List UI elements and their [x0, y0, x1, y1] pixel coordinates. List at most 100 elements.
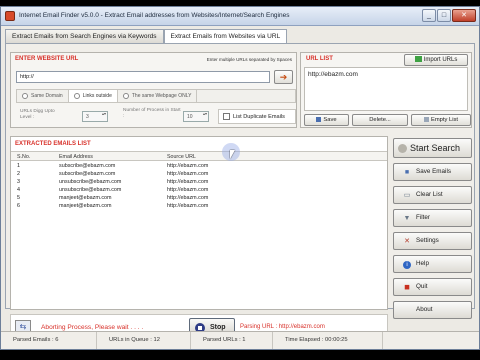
about-button[interactable]: About — [393, 301, 472, 319]
clear-icon: ▭ — [403, 192, 411, 199]
tab-bar: Extract Emails from Search Engines via K… — [5, 29, 288, 44]
process-message: Aborting Process, Please wait . . . . — [41, 324, 144, 331]
col-serial[interactable]: S.No. — [17, 154, 30, 160]
cell-source: http://ebazm.com — [167, 187, 209, 193]
cell-source: http://ebazm.com — [167, 203, 209, 209]
close-button[interactable]: ✕ — [452, 9, 476, 22]
status-bar: Parsed Emails : 6 URLs in Queue : 12 Par… — [1, 331, 479, 349]
cell-source: http://ebazm.com — [167, 171, 209, 177]
empty-list-label: Empty List — [430, 117, 459, 123]
action-sidebar: Start Search ■ Save Emails ▭ Clear List ▼ F… — [393, 138, 472, 319]
save-urls-button[interactable]: Save — [304, 114, 349, 126]
help-icon: i — [403, 261, 411, 269]
about-label: About — [416, 306, 433, 313]
table-header: S.No. Email Address Source URL — [11, 151, 387, 161]
cell-source: http://ebazm.com — [167, 163, 209, 169]
import-urls-button[interactable]: Import URLs — [404, 54, 468, 66]
app-icon — [5, 11, 15, 21]
option-label: Links outside — [82, 93, 112, 99]
cell-serial: 6 — [17, 203, 20, 209]
maximize-button[interactable]: □ — [437, 9, 451, 22]
col-email[interactable]: Email Address — [59, 154, 93, 160]
cell-email: manjeet@ebazm.com — [59, 203, 112, 209]
url-listbox[interactable]: http://ebazm.com — [304, 67, 468, 111]
minimize-button[interactable]: _ — [422, 9, 436, 22]
import-icon — [414, 56, 422, 63]
cell-serial: 4 — [17, 187, 20, 193]
tab-content: ENTER WEBSITE URL Enter multiple URLs se… — [5, 43, 475, 340]
urls-in-queue-count: URLs in Queue : 12 — [97, 332, 191, 349]
start-search-label: Start Search — [410, 143, 461, 153]
import-urls-label: Import URLs — [423, 57, 458, 63]
save-urls-label: Save — [323, 117, 337, 123]
tab-search-engines[interactable]: Extract Emails from Search Engines via K… — [5, 29, 164, 43]
save-emails-button[interactable]: ■ Save Emails — [393, 163, 472, 181]
url-hint: Enter multiple URLs separated by Spaces — [206, 57, 292, 62]
parsing-url-text: Parsing URL : http://ebazm.com — [240, 324, 325, 330]
stop-label: Stop — [210, 324, 226, 331]
email-table-body: 1 subscribe@ebazm.com http://ebazm.com 2 su… — [11, 162, 387, 210]
save-icon: ■ — [404, 169, 410, 176]
empty-icon — [423, 116, 429, 122]
option-same-domain[interactable]: Same Domain — [17, 90, 69, 102]
empty-list-button[interactable]: Empty List — [411, 114, 471, 126]
filter-label: Filter — [416, 214, 430, 221]
table-row[interactable]: 3 unsubscribe@ebazm.com http://ebazm.com — [11, 178, 387, 186]
url-list-heading: URL LIST — [306, 56, 333, 62]
list-duplicate-label: List Duplicate Emails — [233, 113, 285, 120]
filter-button[interactable]: ▼ Filter — [393, 209, 472, 227]
time-elapsed: Time Elapsed : 00:00:25 — [273, 332, 383, 349]
col-source[interactable]: Source URL — [167, 154, 196, 160]
cell-email: subscribe@ebazm.com — [59, 163, 116, 169]
cell-email: manjeet@ebazm.com — [59, 195, 112, 201]
table-row[interactable]: 6 manjeet@ebazm.com http://ebazm.com — [11, 202, 387, 210]
start-icon — [398, 144, 407, 153]
table-row[interactable]: 2 subscribe@ebazm.com http://ebazm.com — [11, 170, 387, 178]
option-links-outside[interactable]: Links outside — [68, 90, 118, 102]
quit-button[interactable]: ◼ Quit — [393, 278, 472, 296]
save-icon — [316, 116, 322, 122]
option-same-webpage[interactable]: The same Webpage ONLY — [118, 90, 198, 102]
clear-list-button[interactable]: ▭ Clear List — [393, 186, 472, 204]
clear-list-label: Clear List — [416, 191, 443, 198]
help-label: Help — [416, 260, 429, 267]
radio-icon — [73, 93, 80, 99]
delete-url-button[interactable]: Delete... — [352, 114, 408, 126]
app-window: Internet Email Finder v5.0.0 - Extract E… — [0, 6, 480, 350]
website-url-heading: ENTER WEBSITE URL — [15, 56, 79, 62]
threads-spinner[interactable]: 10 — [183, 111, 209, 122]
table-row[interactable]: 4 unsubscribe@ebazm.com http://ebazm.com — [11, 186, 387, 194]
table-row[interactable]: 5 manjeet@ebazm.com http://ebazm.com — [11, 194, 387, 202]
url-list-item[interactable]: http://ebazm.com — [308, 71, 464, 78]
window-title: Internet Email Finder v5.0.0 - Extract E… — [19, 12, 290, 19]
extracted-emails-heading: EXTRACTED EMAILS LIST — [15, 141, 91, 147]
checkbox-icon — [223, 113, 230, 120]
table-row[interactable]: 1 subscribe@ebazm.com http://ebazm.com — [11, 162, 387, 170]
cell-email: unsubscribe@ebazm.com — [59, 179, 122, 185]
url-input[interactable]: http:// — [16, 71, 270, 83]
radio-icon — [22, 93, 28, 99]
tab-websites[interactable]: Extract Emails from Websites via URL — [163, 29, 288, 44]
cell-email: subscribe@ebazm.com — [59, 171, 116, 177]
option-label: The same Webpage ONLY — [131, 93, 192, 99]
mouse-cursor — [222, 143, 240, 161]
threads-label: Number of Process in Start : — [123, 108, 181, 119]
filter-icon: ▼ — [403, 215, 411, 222]
help-button[interactable]: i Help — [393, 255, 472, 273]
exit-icon: ◼ — [404, 284, 410, 291]
radio-icon — [122, 93, 129, 99]
cell-serial: 2 — [17, 171, 20, 177]
add-url-button[interactable]: ➔ — [274, 70, 293, 84]
dig-level-spinner[interactable]: 3 — [82, 111, 108, 122]
parsed-emails-count: Parsed Emails : 6 — [1, 332, 97, 349]
url-list-panel: URL LIST Import URLs http://ebazm.com Sa… — [300, 52, 472, 128]
list-duplicate-checkbox[interactable]: List Duplicate Emails — [218, 109, 296, 124]
cell-serial: 1 — [17, 163, 20, 169]
start-search-button[interactable]: Start Search — [393, 138, 472, 158]
settings-button[interactable]: ✕ Settings — [393, 232, 472, 250]
settings-label: Settings — [416, 237, 439, 244]
parsed-urls-count: Parsed URLs : 1 — [191, 332, 273, 349]
dig-level-label: URLs Digg Upto Level : — [20, 109, 55, 120]
tools-icon: ✕ — [404, 238, 410, 245]
cell-serial: 3 — [17, 179, 20, 185]
